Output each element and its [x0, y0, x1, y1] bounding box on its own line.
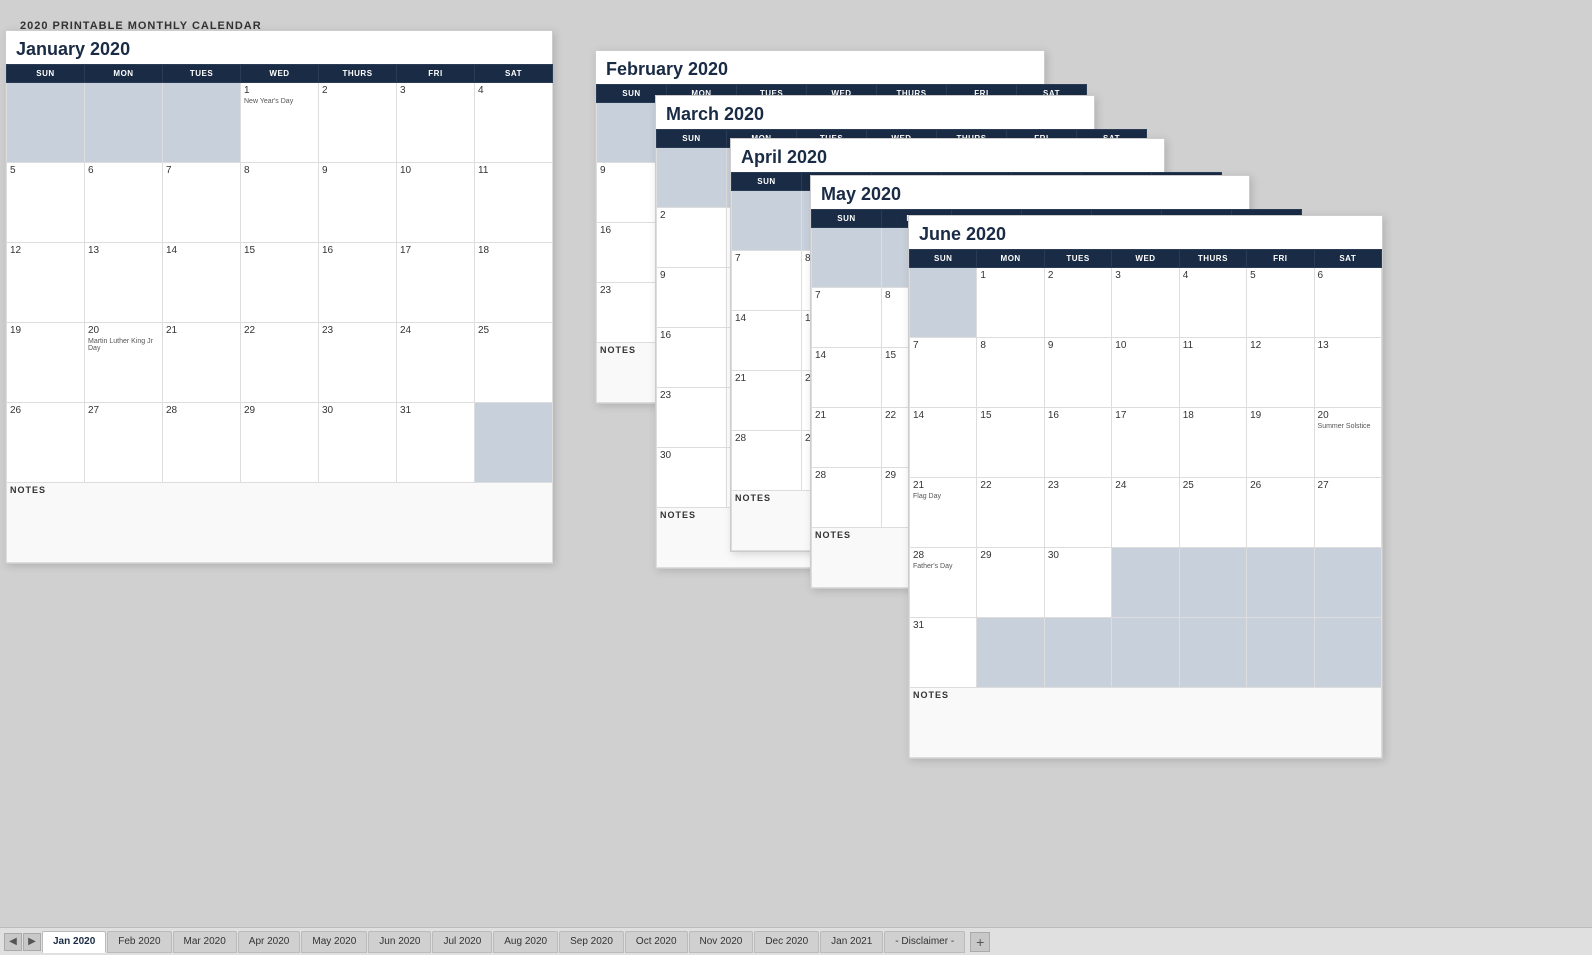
january-calendar: January 2020 SUN MON TUES WED THURS FRI …: [5, 30, 553, 564]
app-container: 2020 PRINTABLE MONTHLY CALENDAR January …: [0, 0, 1592, 955]
mar-title: March 2020: [656, 96, 1094, 129]
tab-disclaimer[interactable]: - Disclaimer -: [884, 931, 965, 953]
tab-mar2020[interactable]: Mar 2020: [173, 931, 237, 953]
tab-oct2020[interactable]: Oct 2020: [625, 931, 688, 953]
table-row: 31: [910, 618, 1382, 688]
table-row: 21Flag Day 22 23 24 25 26 27: [910, 478, 1382, 548]
table-row: [475, 403, 553, 483]
table-row: 3: [397, 83, 475, 163]
june-calendar: June 2020 SUN MON TUES WED THURS FRI SAT: [908, 215, 1383, 759]
tab-nov2020[interactable]: Nov 2020: [689, 931, 754, 953]
tab-sep2020[interactable]: Sep 2020: [559, 931, 624, 953]
tab-apr2020[interactable]: Apr 2020: [238, 931, 301, 953]
table-row: 1New Year's Day: [241, 83, 319, 163]
table-row: 29: [241, 403, 319, 483]
table-row: 6: [85, 163, 163, 243]
table-row: 4: [475, 83, 553, 163]
table-row: 8: [241, 163, 319, 243]
table-row: 7: [163, 163, 241, 243]
table-row: 27: [85, 403, 163, 483]
table-row: 26: [7, 403, 85, 483]
table-row: 19: [7, 323, 85, 403]
table-row: 1 2 3 4 5 6: [910, 268, 1382, 338]
tab-jan2020[interactable]: Jan 2020: [42, 931, 106, 953]
jan-hdr-sun: SUN: [7, 65, 85, 83]
table-row: [85, 83, 163, 163]
jan-hdr-sat: SAT: [475, 65, 553, 83]
tab-bar: ◀ ▶ Jan 2020 Feb 2020 Mar 2020 Apr 2020 …: [0, 927, 1592, 955]
tab-may2020[interactable]: May 2020: [301, 931, 367, 953]
jan-hdr-mon: MON: [85, 65, 163, 83]
tab-jul2020[interactable]: Jul 2020: [432, 931, 492, 953]
jun-grid: SUN MON TUES WED THURS FRI SAT 1 2 3: [909, 249, 1382, 758]
table-row: 21: [163, 323, 241, 403]
table-row: 28Father's Day 29 30: [910, 548, 1382, 618]
jan-hdr-tue: TUES: [163, 65, 241, 83]
jan-notes: NOTES: [7, 483, 553, 563]
table-row: [163, 83, 241, 163]
tab-feb2020[interactable]: Feb 2020: [107, 931, 171, 953]
table-row: 23: [319, 323, 397, 403]
main-area: 2020 PRINTABLE MONTHLY CALENDAR January …: [0, 0, 1592, 927]
table-row: 17: [397, 243, 475, 323]
table-row: 28: [163, 403, 241, 483]
may-title: May 2020: [811, 176, 1249, 209]
table-row: 14: [163, 243, 241, 323]
table-row: NOTES: [910, 688, 1382, 758]
tab-aug2020[interactable]: Aug 2020: [493, 931, 558, 953]
table-row: 12 13 14 15 16 17 18: [7, 243, 553, 323]
table-row: 14 15 16 17 18 19 20Summer Solstice: [910, 408, 1382, 478]
tab-nav-right[interactable]: ▶: [23, 933, 41, 951]
table-row: 2: [319, 83, 397, 163]
tab-jan2021[interactable]: Jan 2021: [820, 931, 883, 953]
tab-jun2020[interactable]: Jun 2020: [368, 931, 431, 953]
jan-hdr-wed: WED: [241, 65, 319, 83]
apr-title: April 2020: [731, 139, 1164, 172]
table-row: 19 20Martin Luther King Jr Day 21 22 23 …: [7, 323, 553, 403]
jan-hdr-fri: FRI: [397, 65, 475, 83]
table-row: 25: [475, 323, 553, 403]
table-row: 12: [7, 243, 85, 323]
jun-notes: NOTES: [910, 688, 1382, 758]
table-row: [7, 83, 85, 163]
jan-title: January 2020: [6, 31, 552, 64]
table-row: 31: [397, 403, 475, 483]
jun-title: June 2020: [909, 216, 1382, 249]
tab-nav-left[interactable]: ◀: [4, 933, 22, 951]
table-row: 9: [319, 163, 397, 243]
table-row: 13: [85, 243, 163, 323]
table-row: 22: [241, 323, 319, 403]
table-row: 18: [475, 243, 553, 323]
table-row: 11: [475, 163, 553, 243]
table-row: 5 6 7 8 9 10 11: [7, 163, 553, 243]
table-row: 26 27 28 29 30 31: [7, 403, 553, 483]
table-row: 1New Year's Day 2 3 4: [7, 83, 553, 163]
table-row: 15: [241, 243, 319, 323]
table-row: 30: [319, 403, 397, 483]
table-row: 7 8 9 10 11 12 13: [910, 338, 1382, 408]
table-row: 5: [7, 163, 85, 243]
feb-title: February 2020: [596, 51, 1044, 84]
table-row: NOTES: [7, 483, 553, 563]
jan-grid: SUN MON TUES WED THURS FRI SAT 1New Y: [6, 64, 553, 563]
tab-dec2020[interactable]: Dec 2020: [754, 931, 819, 953]
table-row: 24: [397, 323, 475, 403]
table-row: 10: [397, 163, 475, 243]
table-row: 20Martin Luther King Jr Day: [85, 323, 163, 403]
jan-hdr-thu: THURS: [319, 65, 397, 83]
add-sheet-button[interactable]: +: [970, 932, 990, 952]
table-row: 16: [319, 243, 397, 323]
